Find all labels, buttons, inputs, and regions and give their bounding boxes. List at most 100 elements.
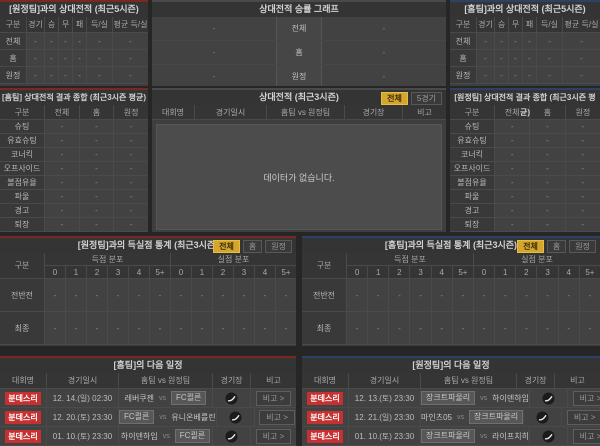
league-badge: 분데스리: [5, 391, 41, 405]
tab-all[interactable]: 전체: [381, 92, 408, 105]
tab-home[interactable]: 홈: [546, 240, 567, 253]
stat-value-cell: -: [58, 67, 72, 84]
stat-value-cell: -: [149, 312, 170, 345]
graph-row-label: 원정: [276, 65, 322, 86]
stadium-icon[interactable]: [542, 430, 555, 443]
column-header: 비고: [250, 373, 296, 389]
panel-summary-home: [홈팀] 상대전적 결과 종합 (최근3시즌 평균) 구분 전체 홈 원정 슈팅 - - -…: [0, 88, 148, 232]
stadium-icon[interactable]: [536, 411, 549, 424]
stat-value-cell: -: [564, 120, 600, 134]
stat-value-cell: -: [562, 67, 600, 84]
note-cell: 비고 >: [566, 389, 600, 408]
stadium-icon[interactable]: [542, 392, 555, 405]
tab-away[interactable]: 원정: [265, 240, 292, 253]
schedule-row[interactable]: 분데스리 12. 20.(토) 23:30 FC쾰른 vs 유니온베를린 비고 …: [0, 408, 296, 427]
panel-schedule-home: [홈팀]의 다음 일정 대회명 경기일시 홈팀 vs 원정팀 경기장 비고 분데스리 1…: [0, 356, 296, 446]
home-team: 장크트파울리: [421, 391, 476, 405]
stat-value-cell: -: [86, 279, 107, 312]
table-row: 볼점유율 - - -: [450, 176, 600, 190]
tab-home[interactable]: 홈: [242, 240, 263, 253]
group-header-conceded: 실점 분포: [170, 253, 296, 266]
column-header: 홈팀 vs 원정팀: [420, 373, 516, 389]
panel-summary-away: [원정팀] 상대전적 결과 종합 (최근3시즌 평균) 구분 전체 홈 원정 슈팅 - -…: [450, 88, 600, 232]
schedule-row[interactable]: 분데스리 01. 10.(토) 23:30 하이덴하임 vs FC쾰른 비고 >: [0, 427, 296, 446]
row-label: 볼점유율: [0, 176, 44, 190]
stat-value-cell: -: [113, 120, 148, 134]
stat-value-cell: -: [26, 67, 44, 84]
row-label: 전체: [0, 33, 26, 50]
stat-value-cell: -: [86, 33, 112, 50]
bin-header: 0: [346, 266, 368, 279]
panel-title: [원정팀]과의 득실점 통계 (최근3시즌) 전체 홈 원정: [0, 238, 296, 253]
stadium-icon[interactable]: [225, 430, 238, 443]
row-label: 퇴장: [450, 218, 494, 232]
column-header: 홈: [529, 105, 565, 120]
row-label: 코너킥: [450, 148, 494, 162]
stat-value-cell: -: [494, 218, 530, 232]
table-row: 오프사이드 - - -: [0, 162, 148, 176]
stat-value-cell: -: [557, 312, 579, 345]
table-header-row: 대회명 경기일시 홈팀 vs 원정팀 경기장 비고: [0, 373, 296, 389]
stat-value-cell: -: [86, 50, 112, 67]
away-team: FC쾰른: [174, 429, 211, 443]
row-label: 오프사이드: [0, 162, 44, 176]
schedule-row[interactable]: 분데스리 12. 14.(일) 02:30 레버쿠젠 vs FC쾰른 비고 >: [0, 389, 296, 408]
schedule-row[interactable]: 분데스리 01. 10.(토) 23:30 장크트파울리 vs 라이프치히 비고…: [302, 427, 600, 446]
row-label: 최종: [0, 312, 44, 345]
stat-value-cell: -: [191, 279, 212, 312]
stat-value-cell: -: [58, 50, 72, 67]
stat-value-cell: -: [508, 67, 522, 84]
stat-value-cell: -: [44, 190, 79, 204]
column-header: 패: [72, 17, 86, 33]
row-label: 원정: [450, 67, 476, 84]
bin-header: 5+: [275, 266, 296, 279]
stadium-icon[interactable]: [229, 411, 242, 424]
bin-header: 4: [557, 266, 579, 279]
note-button[interactable]: 비고 >: [255, 428, 292, 444]
tab-all[interactable]: 전체: [517, 240, 544, 253]
row-label: 코너킥: [0, 148, 44, 162]
note-cell: 비고 >: [253, 408, 296, 427]
column-header: 홈팀 vs 원정팀: [266, 105, 344, 120]
stat-value-cell: -: [472, 312, 495, 345]
bin-header: 3: [107, 266, 128, 279]
note-button[interactable]: 비고 >: [572, 390, 600, 406]
match-cell: 장크트파울리 vs 하이덴하임: [420, 389, 529, 408]
vs-label: vs: [480, 394, 488, 402]
stat-value-cell: -: [494, 279, 516, 312]
stat-value-cell: -: [564, 162, 600, 176]
row-label: 홈: [450, 50, 476, 67]
datetime-cell: 12. 21.(일) 23:30: [348, 408, 420, 427]
datetime-cell: 12. 14.(일) 02:30: [46, 389, 118, 408]
stat-value-cell: -: [430, 312, 452, 345]
row-label: 유효슈팅: [450, 134, 494, 148]
stat-value-cell: -: [367, 312, 389, 345]
stat-value-cell: -: [149, 279, 170, 312]
tab-all[interactable]: 전체: [213, 240, 240, 253]
note-button[interactable]: 비고 >: [572, 428, 600, 444]
tab-away[interactable]: 원정: [569, 240, 596, 253]
table-row: 슈팅 - - -: [450, 120, 600, 134]
column-header: 대회명: [152, 105, 194, 120]
table-row: 유효슈팅 - - -: [450, 134, 600, 148]
away-team: 라이프치히: [492, 431, 529, 441]
schedule-row[interactable]: 분데스리 12. 21.(일) 23:30 마인츠05 vs 장크트파울리 비고…: [302, 408, 600, 427]
stat-value-cell: -: [536, 67, 562, 84]
table-row: 퇴장 - - -: [450, 218, 600, 232]
stat-value-cell: -: [578, 279, 600, 312]
tab-last5[interactable]: 5경기: [410, 92, 442, 105]
stat-value-cell: -: [112, 67, 148, 84]
table-row: 퇴장 - - -: [0, 218, 148, 232]
column-header: 전체: [44, 105, 79, 120]
vs-label: vs: [159, 394, 167, 402]
stat-value-cell: -: [112, 33, 148, 50]
stat-value-cell: -: [107, 279, 128, 312]
venue-cell: [528, 389, 567, 408]
row-label: 볼점유율: [450, 176, 494, 190]
table-row: 전반전 - - - - - - - - - - - -: [302, 279, 600, 312]
note-button[interactable]: 비고 >: [255, 390, 292, 406]
note-button[interactable]: 비고 >: [566, 409, 600, 425]
note-button[interactable]: 비고 >: [259, 409, 295, 425]
stadium-icon[interactable]: [225, 392, 238, 405]
schedule-row[interactable]: 분데스리 12. 13.(토) 23:30 장크트파울리 vs 하이덴하임 비고…: [302, 389, 600, 408]
